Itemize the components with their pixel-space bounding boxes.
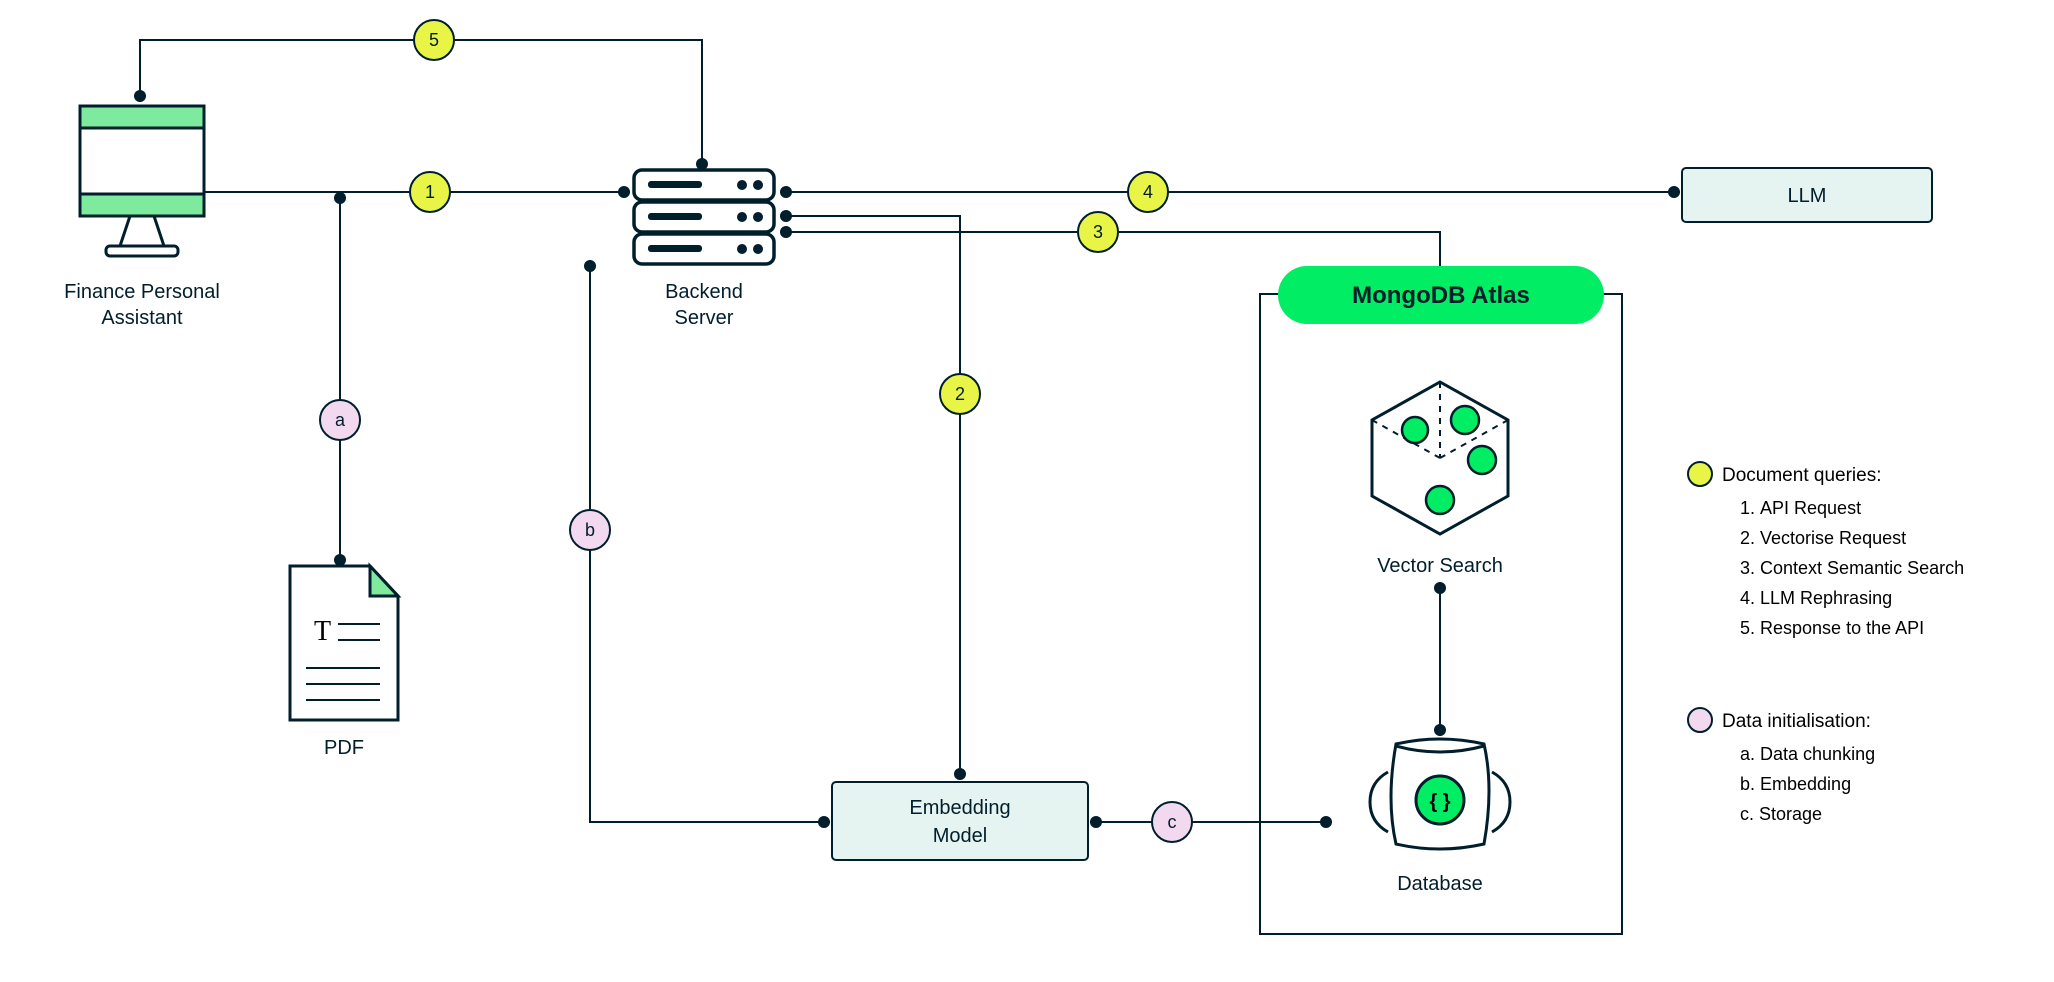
badge-b: b: [570, 510, 610, 550]
svg-text:b: b: [585, 520, 595, 540]
svg-text:b. Embedding: b. Embedding: [1740, 774, 1851, 794]
badge-3: 3: [1078, 212, 1118, 252]
vector-search-label: Vector Search: [1377, 555, 1503, 577]
pdf-icon: T: [290, 566, 398, 720]
database-label: Database: [1397, 873, 1483, 895]
svg-text:4: 4: [1143, 182, 1153, 202]
legend-init-title: Data initialisation:: [1722, 711, 1871, 732]
svg-text:4. LLM Rephrasing: 4. LLM Rephrasing: [1740, 588, 1892, 608]
badge-1: 1: [410, 172, 450, 212]
llm-label: LLM: [1788, 185, 1827, 207]
svg-text:5: 5: [429, 30, 439, 50]
atlas-label: MongoDB Atlas: [1352, 282, 1530, 309]
svg-text:c: c: [1168, 812, 1177, 832]
badge-2: 2: [940, 374, 980, 414]
svg-text:3: 3: [1093, 222, 1103, 242]
vector-search-icon: [1372, 382, 1508, 534]
legend-queries-title: Document queries:: [1722, 465, 1881, 486]
svg-text:T: T: [314, 616, 331, 647]
badge-5: 5: [414, 20, 454, 60]
legend: Document queries: 1. API Request 2. Vect…: [1688, 462, 1964, 824]
svg-text:1: 1: [425, 182, 435, 202]
svg-text:1. API Request: 1. API Request: [1740, 498, 1861, 518]
client-icon: [80, 106, 204, 256]
svg-text:2. Vectorise Request: 2. Vectorise Request: [1740, 528, 1906, 548]
badge-4: 4: [1128, 172, 1168, 212]
client-label: Finance PersonalAssistant: [64, 281, 220, 329]
database-icon: { }: [1370, 739, 1510, 849]
svg-text:3. Context Semantic Search: 3. Context Semantic Search: [1740, 558, 1964, 578]
server-label: BackendServer: [665, 281, 743, 329]
badge-a: a: [320, 400, 360, 440]
architecture-diagram: Finance PersonalAssistant BackendServer …: [0, 0, 2054, 982]
svg-text:c. Storage: c. Storage: [1740, 804, 1822, 824]
badge-c: c: [1152, 802, 1192, 842]
svg-text:2: 2: [955, 384, 965, 404]
svg-text:5. Response to the API: 5. Response to the API: [1740, 618, 1924, 638]
pdf-label: PDF: [324, 737, 364, 759]
server-icon: [634, 170, 774, 264]
embedding-box: [832, 782, 1088, 860]
svg-text:a. Data chunking: a. Data chunking: [1740, 744, 1875, 764]
svg-text:a: a: [335, 410, 346, 430]
svg-text:{ }: { }: [1429, 791, 1450, 813]
